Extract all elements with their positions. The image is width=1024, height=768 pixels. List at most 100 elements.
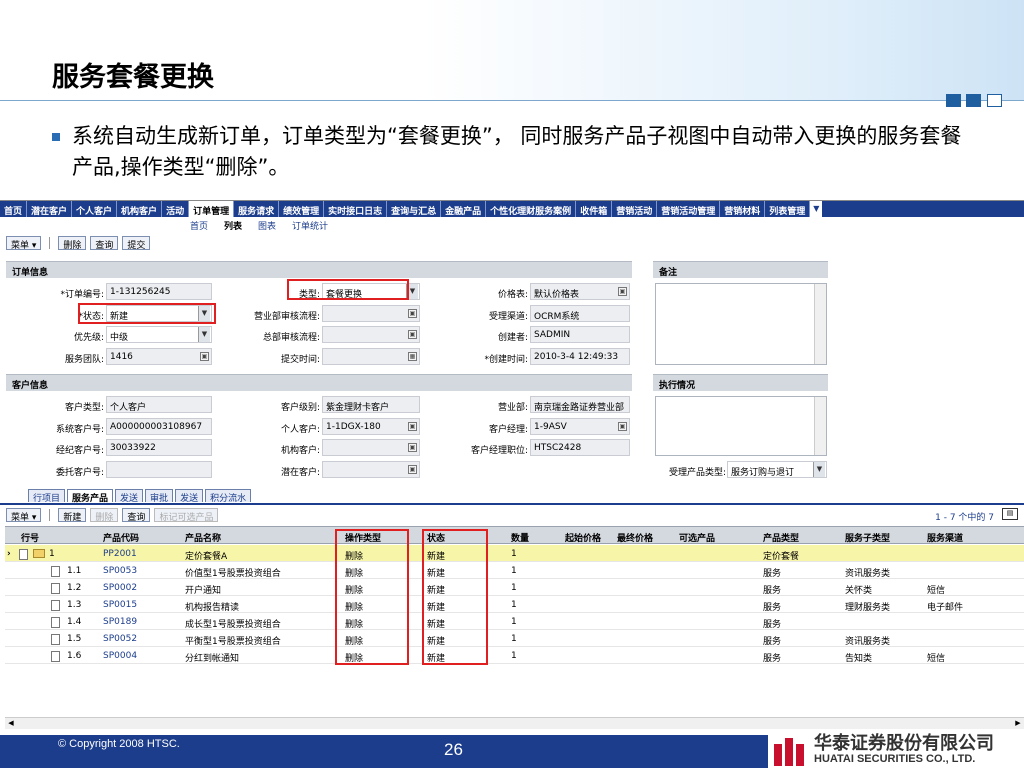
nav-item-10[interactable]: 金融产品	[441, 201, 487, 217]
branch-field[interactable]: 南京瑞金路证券营业部	[530, 396, 630, 413]
remarks-textarea[interactable]	[655, 283, 827, 365]
nav-item-5[interactable]: 订单管理	[189, 201, 235, 217]
column-header[interactable]: 最终价格	[617, 531, 653, 544]
cell-code[interactable]: SP0189	[103, 617, 137, 627]
nav-item-11[interactable]: 个性化理财服务案例	[486, 201, 577, 217]
table-row[interactable]: 1.4 SP0189 成长型1号股票投资组合 删除 新建 1 服务	[5, 613, 1024, 630]
tab-4[interactable]: 发送	[175, 489, 204, 504]
scrollbar[interactable]	[814, 397, 826, 455]
picker-icon[interactable]: ▣	[618, 287, 627, 296]
calendar-icon[interactable]: ▦	[408, 352, 417, 361]
table-row[interactable]: 1.6 SP0004 分红到帐通知 删除 新建 1 服务 告知类 短信	[5, 647, 1024, 664]
picker-icon[interactable]: ▣	[200, 352, 209, 361]
tab-0[interactable]: 行项目	[28, 489, 66, 504]
collapse-icon[interactable]	[19, 549, 28, 560]
dept-flow-field[interactable]	[322, 305, 420, 322]
product-type-select[interactable]: 服务订购与退订	[727, 461, 827, 478]
nav-item-12[interactable]: 收件箱	[576, 201, 613, 217]
column-header[interactable]: 可选产品	[679, 531, 715, 544]
delete-button[interactable]: 删除	[58, 236, 87, 251]
submit-time-field[interactable]	[322, 348, 420, 365]
column-header[interactable]: 状态	[427, 531, 445, 544]
list-delete-button[interactable]: 删除	[90, 508, 119, 523]
nav-item-2[interactable]: 个人客户	[72, 201, 118, 217]
cust-type-field[interactable]: 个人客户	[106, 396, 212, 413]
nav-item-9[interactable]: 查询与汇总	[387, 201, 442, 217]
nav-item-6[interactable]: 服务请求	[234, 201, 280, 217]
horizontal-scrollbar[interactable]: ◀ ▶	[5, 717, 1024, 729]
tab-2[interactable]: 发送	[115, 489, 144, 504]
execution-textarea[interactable]	[655, 396, 827, 456]
tab-1[interactable]: 服务产品	[67, 489, 114, 504]
list-menu-button[interactable]: 菜单 ▾	[6, 508, 42, 523]
table-row[interactable]: › 1 PP2001 定价套餐A 删除 新建 1 定价套餐	[5, 545, 1024, 562]
new-button[interactable]: 新建	[58, 508, 87, 523]
status-select[interactable]: 新建	[106, 305, 212, 322]
hq-flow-field[interactable]	[322, 326, 420, 343]
pricelist-field[interactable]: 默认价格表	[530, 283, 630, 300]
column-header[interactable]: 产品代码	[103, 531, 139, 544]
submit-button[interactable]: 提交	[122, 236, 151, 251]
subnav-list[interactable]: 列表	[224, 219, 242, 232]
subnav-home[interactable]: 首页	[190, 219, 208, 232]
chevron-down-icon[interactable]: ▼	[406, 284, 418, 299]
settings-icon[interactable]: ▤	[1002, 508, 1018, 520]
table-row[interactable]: 1.1 SP0053 价值型1号股票投资组合 删除 新建 1 服务 资讯服务类	[5, 562, 1024, 579]
cell-code[interactable]: SP0015	[103, 600, 137, 610]
subnav-chart[interactable]: 图表	[258, 219, 276, 232]
column-header[interactable]: 行号	[21, 531, 39, 544]
column-header[interactable]: 产品名称	[185, 531, 221, 544]
chevron-down-icon[interactable]: ▼	[198, 306, 210, 321]
creator-field[interactable]: SADMIN	[530, 326, 630, 343]
scroll-left-icon[interactable]: ◀	[5, 718, 17, 729]
manager-pos-field[interactable]: HTSC2428	[530, 439, 630, 456]
picker-icon[interactable]: ▣	[408, 465, 417, 474]
org-field[interactable]	[322, 439, 420, 456]
chevron-down-icon[interactable]: ▼	[813, 462, 825, 477]
column-header[interactable]: 服务渠道	[927, 531, 963, 544]
scroll-right-icon[interactable]: ▶	[1012, 718, 1024, 729]
entrust-no-field[interactable]	[106, 461, 212, 478]
table-row[interactable]: 1.2 SP0002 开户通知 删除 新建 1 服务 关怀类 短信	[5, 579, 1024, 596]
nav-more-icon[interactable]: ▼	[810, 201, 823, 217]
picker-icon[interactable]: ▣	[408, 443, 417, 452]
chevron-down-icon[interactable]: ▼	[198, 327, 210, 342]
tab-5[interactable]: 积分流水	[205, 489, 252, 504]
nav-item-1[interactable]: 潜在客户	[27, 201, 73, 217]
manager-field[interactable]: 1-9ASV	[530, 418, 630, 435]
cell-code[interactable]: SP0002	[103, 583, 137, 593]
picker-icon[interactable]: ▣	[408, 422, 417, 431]
subnav-stats[interactable]: 订单统计	[292, 219, 328, 232]
cell-code[interactable]: PP2001	[103, 549, 137, 559]
cell-code[interactable]: SP0004	[103, 651, 137, 661]
picker-icon[interactable]: ▣	[408, 330, 417, 339]
tab-3[interactable]: 审批	[145, 489, 174, 504]
cell-code[interactable]: SP0053	[103, 566, 137, 576]
team-field[interactable]: 1416	[106, 348, 212, 365]
order-no-field[interactable]: 1-131256245	[106, 283, 212, 300]
nav-item-3[interactable]: 机构客户	[117, 201, 163, 217]
nav-item-14[interactable]: 营销活动管理	[657, 201, 721, 217]
personal-field[interactable]: 1-1DGX-180	[322, 418, 420, 435]
nav-item-8[interactable]: 实时接口日志	[324, 201, 388, 217]
column-header[interactable]: 数量	[511, 531, 529, 544]
column-header[interactable]: 操作类型	[345, 531, 381, 544]
cell-code[interactable]: SP0052	[103, 634, 137, 644]
sys-no-field[interactable]: A000000003108967	[106, 418, 212, 435]
column-header[interactable]: 产品类型	[763, 531, 799, 544]
picker-icon[interactable]: ▣	[408, 309, 417, 318]
priority-select[interactable]: 中级	[106, 326, 212, 343]
nav-item-7[interactable]: 绩效管理	[279, 201, 325, 217]
table-row[interactable]: 1.5 SP0052 平衡型1号股票投资组合 删除 新建 1 服务 资讯服务类	[5, 630, 1024, 647]
nav-item-16[interactable]: 列表管理	[765, 201, 811, 217]
mark-optional-button[interactable]: 标记可选产品	[154, 508, 219, 523]
table-row[interactable]: 1.3 SP0015 机构报告精读 删除 新建 1 服务 理财服务类 电子邮件	[5, 596, 1024, 613]
scrollbar[interactable]	[814, 284, 826, 364]
nav-item-15[interactable]: 营销材料	[720, 201, 766, 217]
picker-icon[interactable]: ▣	[618, 422, 627, 431]
query-button[interactable]: 查询	[90, 236, 119, 251]
menu-button[interactable]: 菜单 ▾	[6, 236, 42, 251]
column-header[interactable]: 起始价格	[565, 531, 601, 544]
nav-item-0[interactable]: 首页	[0, 201, 28, 217]
created-field[interactable]: 2010-3-4 12:49:33	[530, 348, 630, 365]
